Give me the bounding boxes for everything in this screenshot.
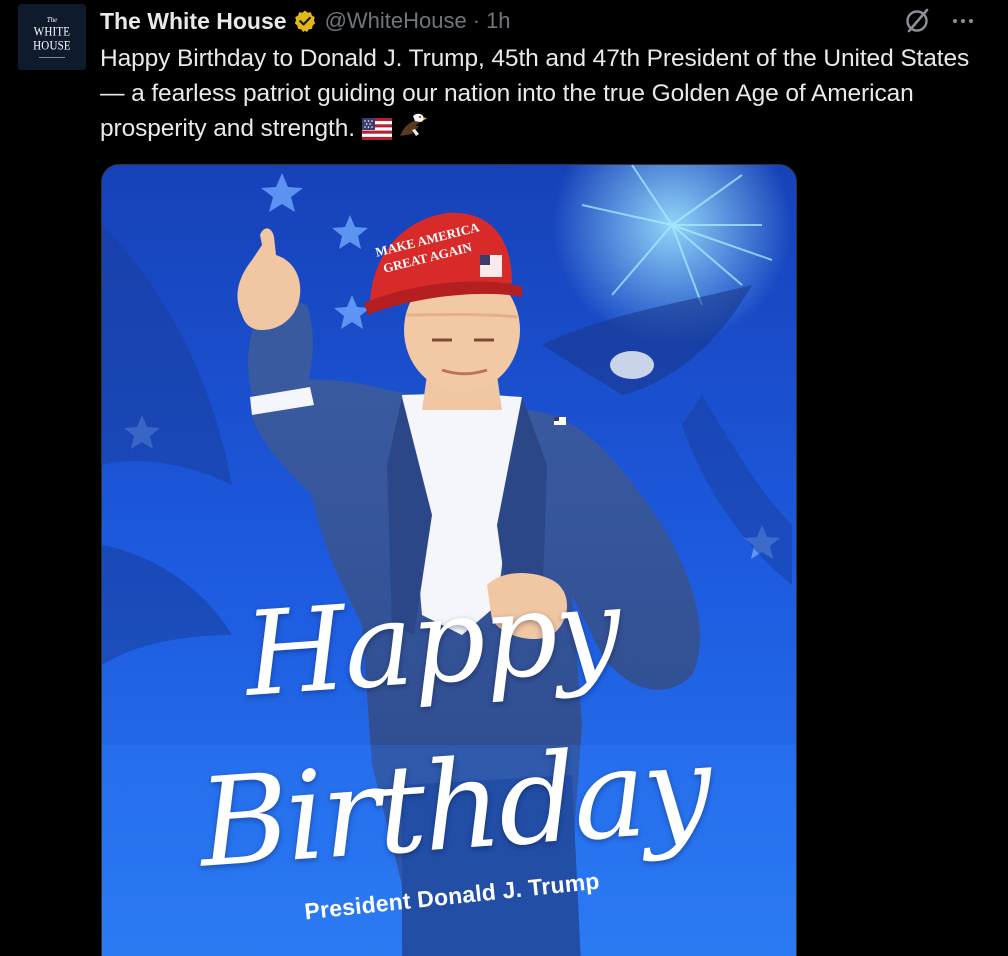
headline-birthday: Birthday — [194, 717, 714, 895]
handle[interactable]: @WhiteHouse — [325, 8, 467, 34]
avatar-rule — [39, 56, 65, 58]
more-options-icon[interactable] — [946, 8, 980, 34]
display-name[interactable]: The White House — [100, 8, 287, 35]
avatar-text-small: The — [46, 15, 58, 24]
avatar-text-line1: WHITE — [33, 24, 71, 39]
separator-dot: · — [472, 8, 481, 33]
avatar[interactable]: The WHITE HOUSE — [18, 4, 86, 70]
grok-icon[interactable] — [900, 6, 934, 36]
tweet-media-image[interactable]: MAKE AMERICA GREAT AGAIN Happy Birthday … — [101, 164, 797, 956]
tweet-text: Happy Birthday to Donald J. Trump, 45th … — [100, 41, 980, 150]
eagle-emoji — [398, 112, 428, 150]
verified-badge-icon[interactable] — [293, 9, 317, 33]
tweet-text-body: Happy Birthday to Donald J. Trump, 45th … — [100, 45, 970, 142]
tweet-card[interactable]: The WHITE HOUSE The White House @WhiteHo… — [0, 0, 1008, 956]
avatar-text-line2: HOUSE — [33, 38, 71, 53]
headline-happy: Happy — [240, 562, 624, 723]
more-dot — [961, 19, 965, 23]
more-dot — [969, 19, 973, 23]
tweet-header: The White House @WhiteHouse · 1h — [100, 4, 511, 38]
more-dot — [953, 19, 957, 23]
timestamp[interactable]: 1h — [486, 8, 510, 34]
us-flag-emoji — [361, 115, 392, 150]
